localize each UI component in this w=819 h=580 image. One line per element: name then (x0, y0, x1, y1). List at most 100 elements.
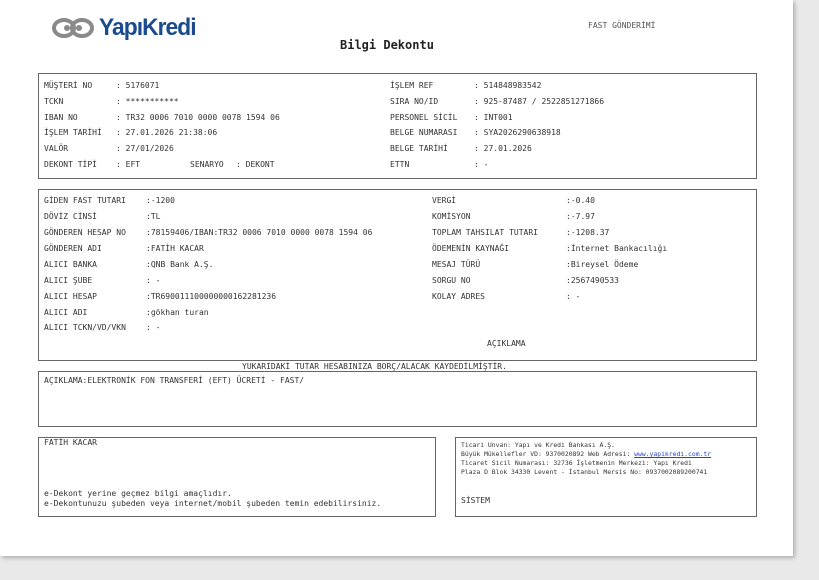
field-label: BELGE TARİHİ (390, 144, 448, 153)
field-value: : *********** (116, 97, 179, 106)
field-value: : DEKONT (236, 160, 275, 169)
field-label: DEKONT TİPİ (44, 160, 97, 169)
field-label: BELGE NUMARASI (390, 128, 458, 137)
field-label: GİDEN FAST TUTARI (44, 196, 126, 205)
field-value: :2567490533 (566, 276, 619, 285)
field-value: :-1200 (146, 196, 175, 205)
logo-mark-icon (52, 18, 94, 38)
scenario-label: SENARYO (190, 160, 224, 169)
field-value: : 27.01.2026 (474, 144, 532, 153)
field-label: ALICI BANKA (44, 260, 97, 269)
logo-text: YapıKredi (99, 14, 197, 41)
system-label: SİSTEM (461, 496, 490, 505)
disclaimer-line-2: e-Dekontunuzu şubeden veya internet/mobi… (44, 499, 382, 508)
commission-value: -7.97 (570, 212, 595, 221)
field-label: MESAJ TÜRÜ (432, 260, 481, 269)
field-value: : - (474, 160, 489, 169)
payment-source-value: İnternet Bankacılığı (570, 244, 668, 253)
easy-address-value: - (575, 292, 581, 301)
receiver-bank-value: QNB Bank A.Ş. (150, 260, 214, 269)
field-label: VERGİ (432, 196, 457, 205)
field-value: :gökhan turan (146, 308, 209, 317)
query-no-value: 2567490533 (570, 276, 619, 285)
personnel-id-value: INT001 (483, 113, 513, 122)
field-value: : SYA2026290638918 (474, 128, 561, 137)
field-value: : 27/01/2026 (116, 144, 174, 153)
field-label: TOPLAM TAHSILAT TUTARI (432, 228, 538, 237)
field-label: IBAN NO (44, 113, 78, 122)
field-value: : INT001 (474, 113, 513, 122)
field-label: KOLAY ADRES (432, 292, 485, 301)
transfer-type-label: FAST GÖNDERİMİ (588, 21, 656, 30)
bank-legal-name: Ticari Unvan: Yapı ve Kredi Bankası A.Ş. (461, 441, 615, 449)
customer-name: FATİH KACAR (44, 438, 97, 447)
field-value: : 925-87487 / 2522851271866 (474, 97, 605, 106)
field-label: ÖDEMENİN KAYNAĞI (432, 244, 510, 253)
document-no-value: SYA2026290638918 (483, 128, 561, 137)
ettn-value: - (483, 160, 489, 169)
field-label: ALICI TCKN/VD/VKN (44, 323, 126, 332)
field-label: ALICI ADI (44, 308, 88, 317)
tckn-value: *********** (125, 97, 179, 106)
fast-amount-value: -1200 (150, 196, 175, 205)
field-label: SORGU NO (432, 276, 471, 285)
field-value: : EFT (116, 160, 141, 169)
yapikredi-logo: YapıKredi (52, 14, 201, 42)
disclaimer-line-1: e-Dekont yerine geçmez bilgi amaçlıdır. (44, 489, 232, 498)
document-date-value: 27.01.2026 (483, 144, 532, 153)
field-label: TCKN (44, 97, 64, 106)
website-link[interactable]: www.yapikredi.com.tr (634, 450, 711, 458)
transaction-date-value: 27.01.2026 21:38:06 (125, 128, 218, 137)
receiver-tckn-value: - (155, 323, 161, 332)
receipt-page: YapıKredi FAST GÖNDERİMİ Bilgi Dekontu M… (0, 0, 793, 556)
field-label: MÜŞTERİ NO (44, 81, 93, 90)
customer-no-value: 5176071 (125, 81, 160, 90)
field-value: :FATİH KACAR (146, 244, 204, 253)
field-value: :Bireysel Ödeme (566, 260, 639, 269)
sequence-no-value: 925-87487 / 2522851271866 (483, 97, 605, 106)
tax-office-text: Büyük Mükellefler VD: 9370020892 Web Adr… (461, 450, 635, 458)
field-label: GÖNDEREN ADI (44, 244, 102, 253)
valor-value: 27/01/2026 (125, 144, 174, 153)
field-value: : 5176071 (116, 81, 160, 90)
transaction-ref-value: 514848983542 (483, 81, 542, 90)
notice-text: YUKARIDAKİ TUTAR HESABINIZA BORÇ/ALACAK … (242, 362, 507, 371)
bank-tax-info: Büyük Mükellefler VD: 9370020892 Web Adr… (461, 450, 711, 459)
field-value: : 27.01.2026 21:38:06 (116, 128, 218, 137)
field-label: VALÖR (44, 144, 69, 153)
field-value: :-0.40 (566, 196, 595, 205)
aciklama-header: AÇIKLAMA (487, 339, 526, 348)
currency-value: TL (150, 212, 161, 221)
message-type-value: Bireysel Ödeme (570, 260, 639, 269)
field-label: ALICI HESAP (44, 292, 97, 301)
page-title: Bilgi Dekontu (340, 38, 434, 52)
scenario-value: DEKONT (245, 160, 275, 169)
field-value: :-7.97 (566, 212, 595, 221)
field-value: : TR32 0006 7010 0000 0078 1594 06 (116, 113, 280, 122)
description-text: AÇIKLAMA:ELEKTRONİK FON TRANSFERİ (EFT) … (44, 376, 305, 385)
tax-value: -0.40 (570, 196, 595, 205)
bank-address: Plaza D Blok 34330 Levent - İstanbul Mer… (461, 468, 708, 476)
iban-value: TR32 0006 7010 0000 0078 1594 06 (125, 113, 280, 122)
trade-registry: Ticaret Sicil Numarası: 32736 İşletmenin… (461, 459, 692, 467)
sender-name-value: FATİH KACAR (150, 244, 204, 253)
field-value: :İnternet Bankacılığı (566, 244, 668, 253)
field-value: :TR690011100000000162281236 (146, 292, 277, 301)
field-value: :78159406/IBAN:TR32 0006 7010 0000 0078 … (146, 228, 373, 237)
receiver-name-value: gökhan turan (150, 308, 209, 317)
field-label: KOMİSYON (432, 212, 471, 221)
receiver-account-value: TR690011100000000162281236 (150, 292, 277, 301)
field-label: DÖVİZ CİNSİ (44, 212, 97, 221)
receiver-branch-value: - (155, 276, 161, 285)
field-value: :TL (146, 212, 161, 221)
field-value: : 514848983542 (474, 81, 542, 90)
field-value: : - (146, 323, 161, 332)
dekont-type-value: EFT (125, 160, 141, 169)
field-label: İŞLEM REF (390, 81, 434, 90)
field-label: İŞLEM TARİHİ (44, 128, 102, 137)
field-label: ETTN (390, 160, 410, 169)
field-value: : - (566, 292, 581, 301)
field-label: SIRA NO/ID (390, 97, 439, 106)
field-value: :-1208.37 (566, 228, 610, 237)
field-value: : - (146, 276, 161, 285)
